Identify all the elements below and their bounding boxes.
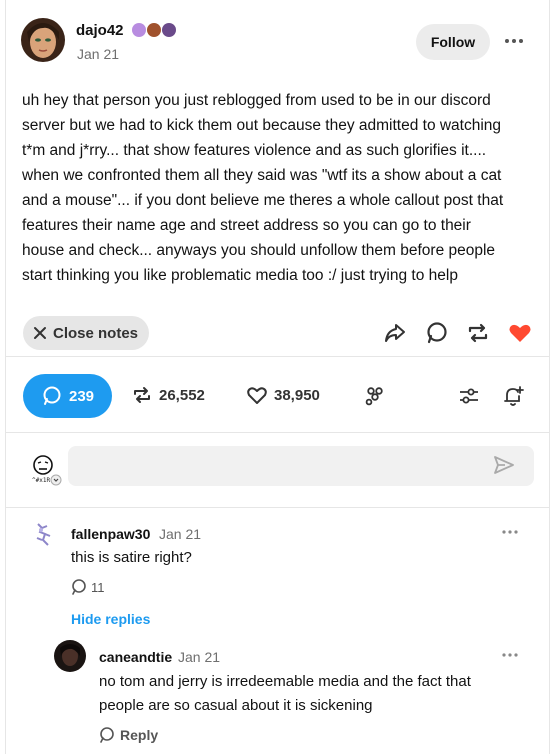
divider (6, 356, 549, 357)
more-options-icon[interactable] (502, 31, 526, 51)
close-notes-button[interactable]: Close notes (23, 316, 149, 350)
comment-bubble-icon (72, 579, 86, 595)
own-avatar[interactable]: ^#x1R (30, 452, 64, 486)
send-icon[interactable] (492, 454, 516, 476)
notes-stats: 239 26,552 38,950 (6, 370, 549, 422)
post-body: uh hey that person you just reblogged fr… (22, 88, 534, 288)
replies-tab[interactable]: 239 (23, 374, 112, 418)
post-body-line: uh hey that person you just reblogged fr… (22, 92, 491, 109)
comment-count: 11 (91, 579, 105, 595)
reblogs-count: 26,552 (159, 386, 205, 404)
commenter-avatar[interactable] (28, 518, 60, 550)
replies-count: 239 (68, 387, 95, 405)
comment-bubble-icon (100, 727, 114, 743)
comment-date: Jan 21 (178, 649, 221, 665)
badge-icon (147, 23, 161, 37)
comment-text: this is satire right? (71, 549, 192, 566)
post-body-line: start thinking you like problematic medi… (22, 267, 458, 284)
user-badges[interactable] (132, 23, 176, 37)
post-body-line: server but we had to kick them out becau… (22, 117, 502, 134)
reply-label: Reply (120, 727, 159, 743)
heart-icon (247, 387, 267, 404)
reply-composer: ^#x1R (6, 444, 549, 492)
post-body-line: features their name age and street addre… (22, 217, 471, 234)
commenter-avatar[interactable] (54, 640, 86, 672)
hide-replies-link[interactable]: Hide replies (71, 611, 150, 627)
notification-bell-icon[interactable] (501, 384, 525, 408)
own-avatar-caption: ^#x1R (32, 477, 50, 484)
post-header: dajo42 Jan 21 Follow (6, 0, 549, 80)
comment-more-icon[interactable] (500, 647, 520, 663)
reply-icon[interactable] (424, 320, 450, 346)
reply-input[interactable] (68, 446, 534, 486)
post-card: dajo42 Jan 21 Follow uh hey that person … (5, 0, 550, 754)
post-date[interactable]: Jan 21 (77, 46, 119, 62)
share-icon[interactable] (382, 320, 408, 346)
comment-more-icon[interactable] (500, 524, 520, 540)
divider (6, 507, 549, 508)
author-avatar[interactable] (21, 18, 65, 62)
comment-username[interactable]: caneandtie (99, 649, 172, 665)
comment-text: no tom and jerry is irredeemable media a… (99, 670, 529, 718)
post-body-line: when we confronted them all they said wa… (22, 167, 502, 184)
reblogs-tab[interactable]: 26,552 (131, 384, 205, 406)
close-notes-label: Close notes (53, 324, 139, 342)
post-body-line: and a mouse"... if you dont believe me t… (22, 192, 504, 209)
comment-username[interactable]: fallenpaw30 (71, 526, 150, 542)
comment-date: Jan 21 (159, 526, 202, 542)
community-icon[interactable] (363, 384, 387, 408)
reblog-icon[interactable] (465, 320, 491, 346)
likes-tab[interactable]: 38,950 (246, 384, 320, 406)
follow-button[interactable]: Follow (416, 24, 490, 60)
reblog-icon (134, 387, 150, 403)
post-body-line: house and check... anyways you should un… (22, 242, 496, 259)
close-icon (34, 327, 46, 339)
badge-icon (132, 23, 146, 37)
post-body-line: t*m and j*rry... that show features viol… (22, 142, 487, 159)
filter-sliders-icon[interactable] (457, 384, 481, 408)
divider (6, 432, 549, 433)
reply-button[interactable]: Reply (98, 726, 158, 744)
post-actions: Close notes (6, 312, 549, 356)
author-username[interactable]: dajo42 (76, 22, 124, 39)
like-heart-icon[interactable] (507, 320, 533, 346)
comment-replies-count[interactable]: 11 (70, 578, 105, 596)
badge-icon (162, 23, 176, 37)
comment-text-line: no tom and jerry is irredeemable media a… (99, 673, 471, 690)
comment-text-line: people are so casual about it is sickeni… (99, 697, 373, 714)
likes-count: 38,950 (274, 386, 320, 404)
comment-bubble-icon (43, 386, 61, 405)
